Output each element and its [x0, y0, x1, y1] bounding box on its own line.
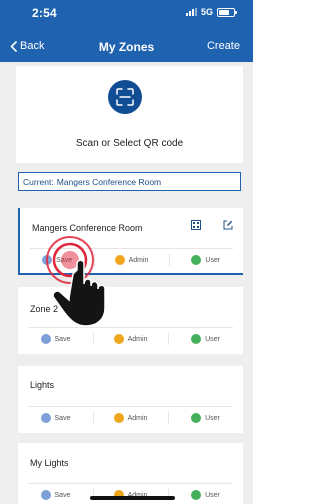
admin-icon [114, 255, 125, 265]
back-button[interactable]: Back [10, 40, 44, 52]
user-button[interactable]: User [168, 489, 243, 501]
admin-label: Admin [127, 414, 148, 422]
zone-card-selected[interactable]: Mangers Conference Room Save Admin User [18, 208, 243, 275]
qr-scan-button[interactable] [108, 80, 142, 114]
network-label: 5G [200, 7, 213, 17]
home-indicator [90, 496, 175, 500]
create-button[interactable]: Create [207, 40, 240, 52]
save-label: Save [56, 256, 73, 264]
chevron-left-icon [10, 40, 17, 52]
admin-icon [113, 334, 124, 344]
user-button[interactable]: User [168, 333, 243, 345]
current-zone-bar: Current: Mangers Conference Room [18, 172, 241, 191]
save-button[interactable]: Save [18, 334, 93, 344]
save-icon [40, 490, 51, 500]
admin-button[interactable]: Admin [93, 412, 168, 424]
qr-code-icon[interactable] [191, 220, 201, 230]
zone-name: Mangers Conference Room [32, 223, 143, 233]
battery-icon [217, 7, 237, 17]
user-icon [191, 255, 202, 265]
scan-label: Scan or Select QR code [75, 138, 184, 149]
user-icon [191, 490, 202, 500]
zone-name: Lights [30, 380, 55, 390]
back-label: Back [20, 40, 45, 52]
status-time: 2:54 [32, 6, 57, 20]
save-label: Save [54, 335, 71, 343]
qr-scan-icon [116, 88, 134, 106]
signal-icon [185, 8, 197, 16]
divider [28, 483, 233, 484]
header-bar: 2:54 5G Back My Zones Create [0, 0, 253, 62]
user-label: User [205, 414, 220, 422]
user-label: User [205, 256, 221, 264]
save-icon [40, 334, 51, 344]
save-button[interactable]: Save [20, 255, 94, 265]
user-label: User [205, 335, 220, 343]
phone-screen: 2:54 5G Back My Zones Create Scan or Sel… [0, 0, 253, 504]
zone-card[interactable]: My Lights Save Admin User [18, 443, 243, 504]
zone-name: My Lights [30, 458, 69, 468]
user-label: User [205, 491, 220, 499]
admin-icon [113, 413, 124, 423]
save-icon [42, 255, 53, 265]
status-indicators: 5G [185, 7, 237, 17]
admin-label: Admin [127, 335, 148, 343]
admin-button[interactable]: Admin [94, 254, 168, 266]
scan-qr-card[interactable]: Scan or Select QR code [16, 66, 243, 163]
zone-name: Zone 2 [30, 304, 59, 314]
current-zone-value: Mangers Conference Room [56, 176, 162, 187]
admin-label: Admin [128, 256, 149, 264]
zone-actions: Save Admin User [18, 333, 243, 345]
edit-icon[interactable] [223, 220, 233, 230]
save-icon [40, 413, 51, 423]
save-button[interactable]: Save [18, 490, 93, 500]
zone-card[interactable]: Zone 2 Save Admin User [18, 287, 243, 354]
user-button[interactable]: User [168, 412, 243, 424]
user-icon [191, 334, 202, 344]
user-icon [191, 413, 202, 423]
save-label: Save [54, 491, 71, 499]
current-prefix: Current: [23, 176, 54, 187]
zone-actions: Save Admin User [18, 412, 243, 424]
divider [28, 406, 233, 407]
user-button[interactable]: User [168, 254, 243, 266]
divider [28, 327, 233, 328]
save-label: Save [54, 414, 71, 422]
zone-actions: Save Admin User [20, 254, 243, 266]
zone-card-icons [191, 220, 233, 230]
zone-card[interactable]: Lights Save Admin User [18, 366, 243, 433]
divider [30, 248, 233, 249]
admin-button[interactable]: Admin [93, 333, 168, 345]
save-button[interactable]: Save [18, 413, 93, 423]
